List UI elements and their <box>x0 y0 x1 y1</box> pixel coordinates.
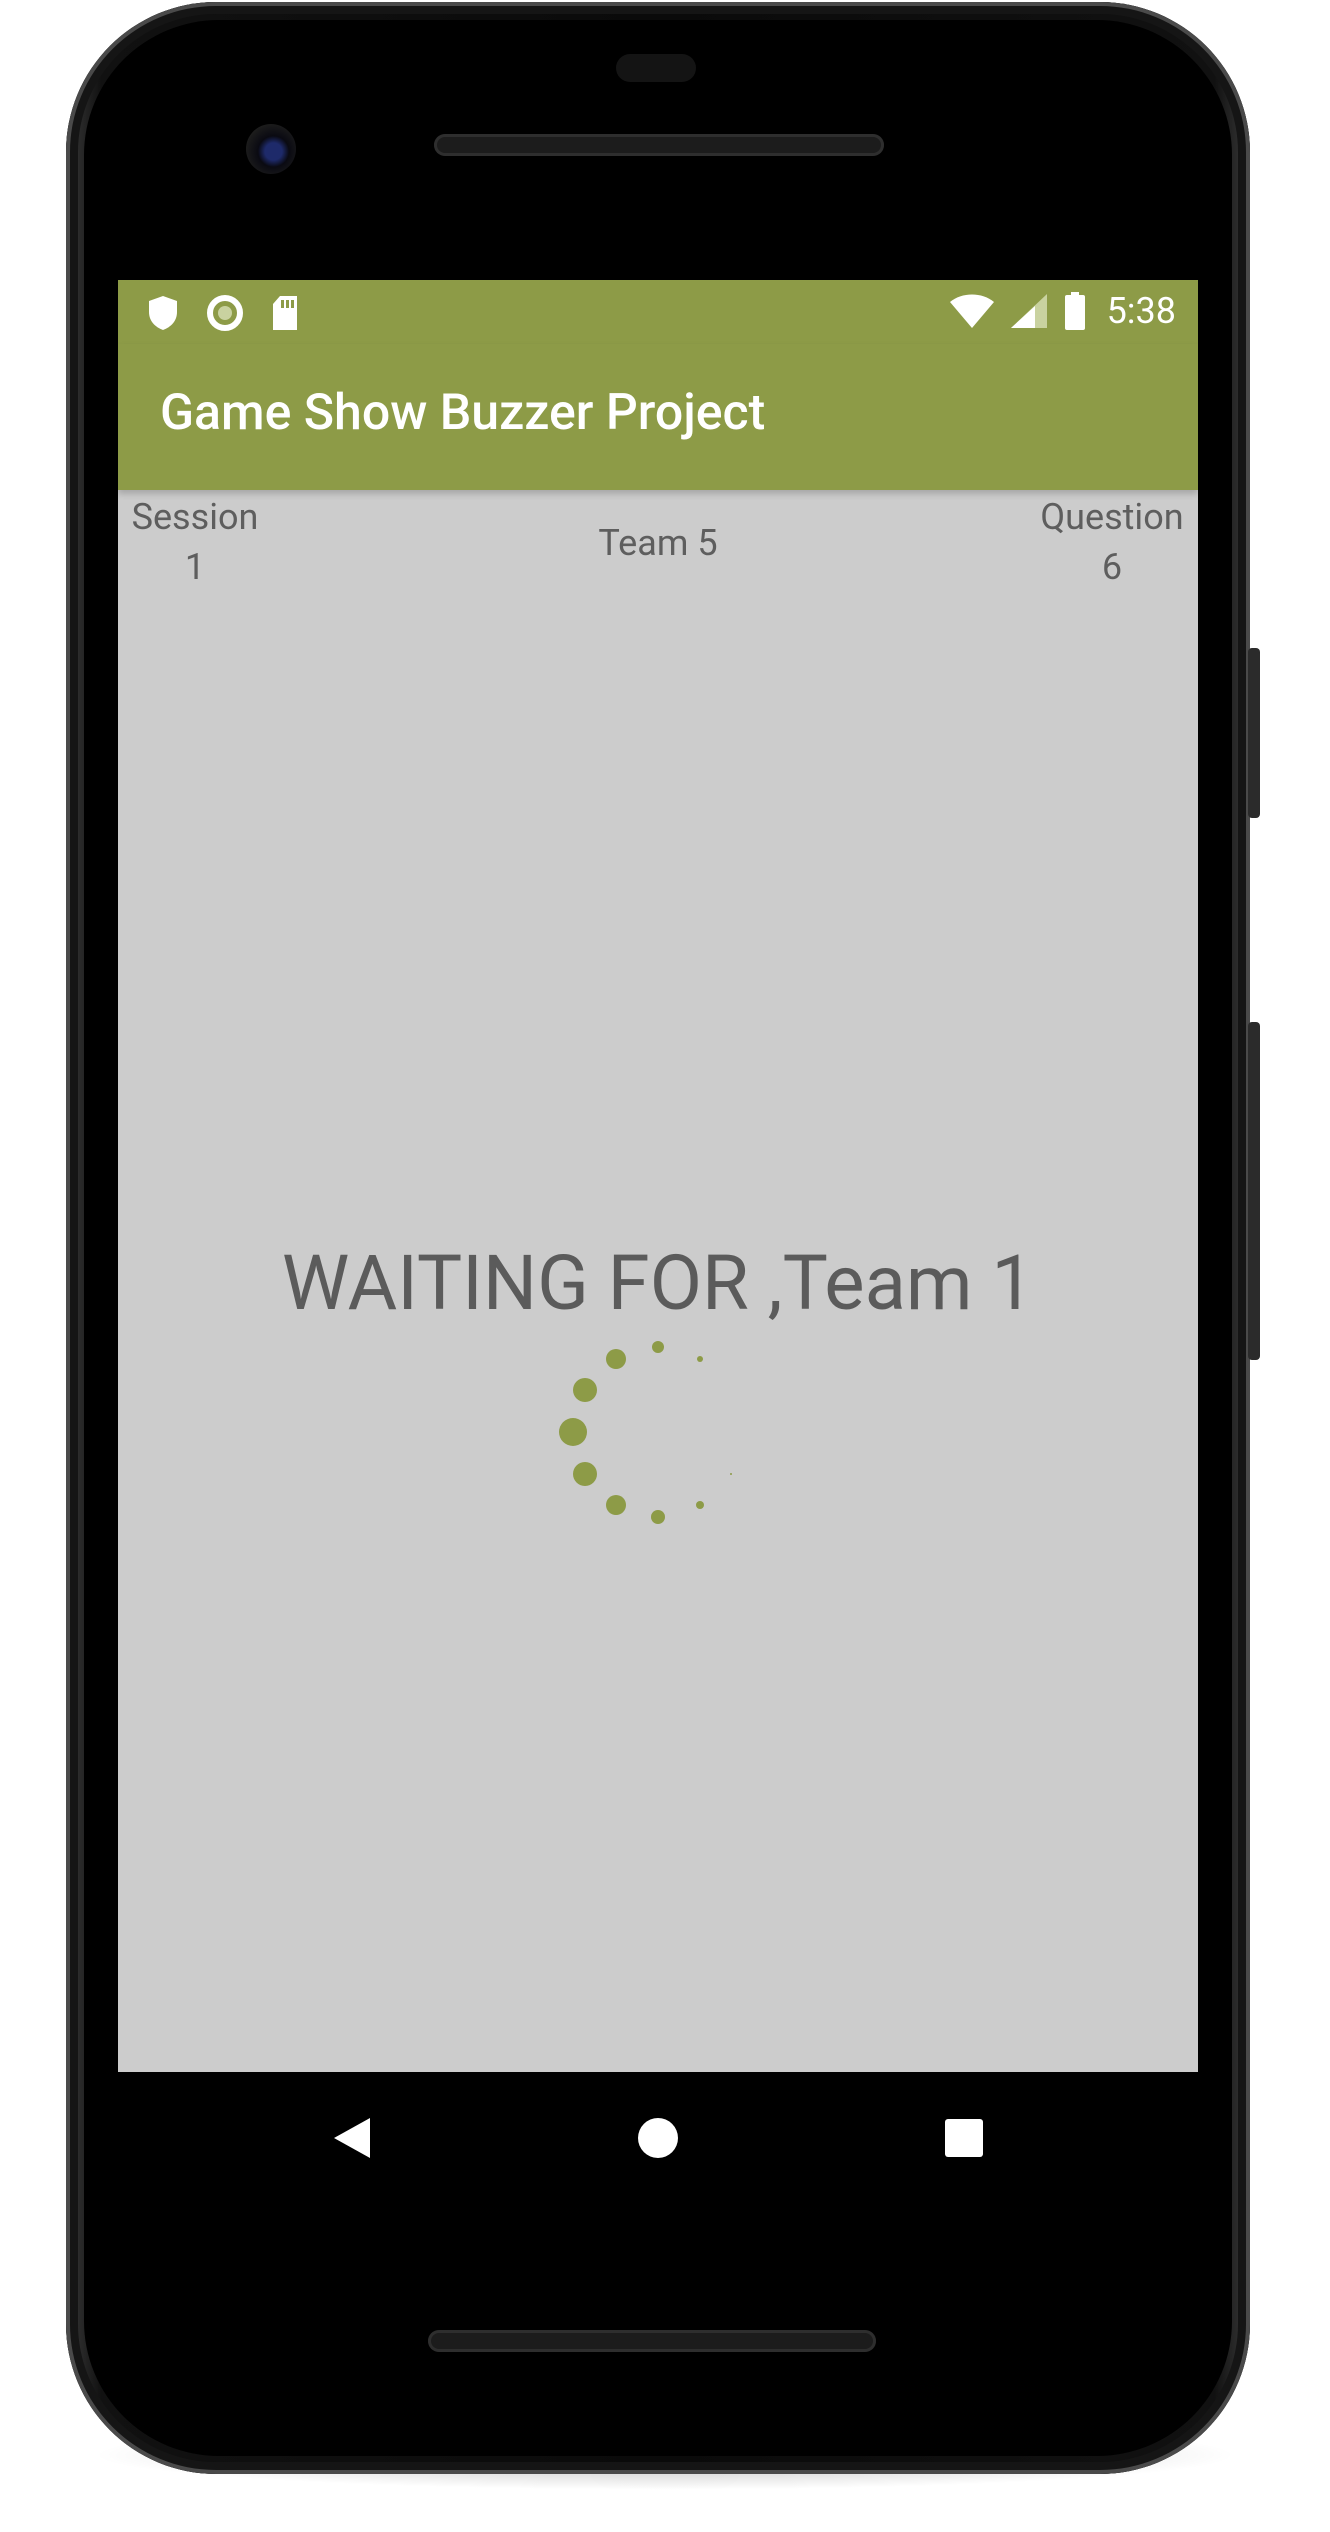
spinner-dot <box>652 1341 664 1353</box>
bottom-speaker <box>428 2330 876 2352</box>
navigation-bar <box>118 2072 1198 2204</box>
spinner-dot <box>573 1462 597 1486</box>
proximity-sensor <box>616 54 696 82</box>
screen: 5:38 Game Show Buzzer Project Session 1 … <box>118 280 1198 2072</box>
spinner-dot <box>606 1495 626 1515</box>
power-button <box>1248 1022 1260 1360</box>
spinner-dot <box>606 1349 626 1369</box>
recents-icon[interactable] <box>944 2118 984 2158</box>
front-camera <box>246 124 296 174</box>
spinner-dot <box>697 1356 703 1362</box>
spinner-dot <box>651 1510 665 1524</box>
volume-button <box>1248 648 1260 818</box>
top-speaker <box>434 134 884 156</box>
spinner-dot <box>730 1473 732 1475</box>
home-icon[interactable] <box>637 2117 679 2159</box>
back-icon[interactable] <box>332 2116 372 2160</box>
spinner-dot <box>559 1418 587 1446</box>
loading-spinner <box>559 1341 732 1524</box>
spinner-dot <box>573 1378 597 1402</box>
spinner-dot <box>696 1501 704 1509</box>
